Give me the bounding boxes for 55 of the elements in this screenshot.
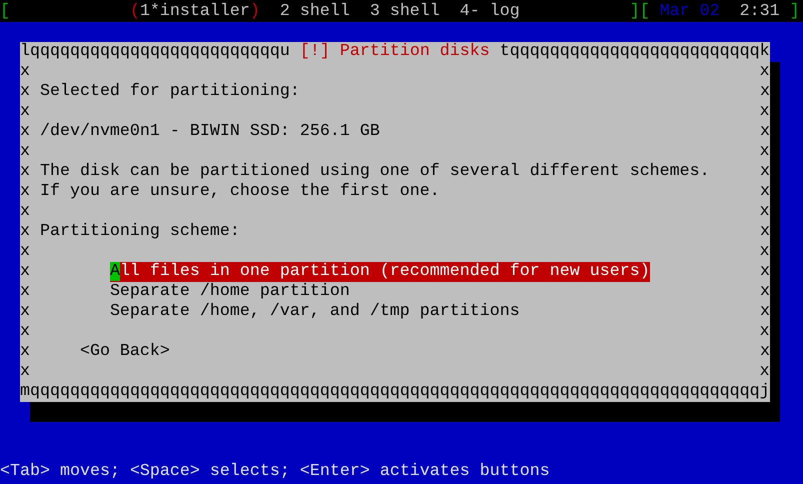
border-line: tqqqqqqqqqqqqqqqqqqqqqqqqqk bbox=[500, 42, 770, 62]
border-character: x bbox=[760, 82, 770, 102]
list-option[interactable]: All files in one partition (recommended for new users) bbox=[110, 262, 650, 282]
border-character: x bbox=[760, 362, 770, 382]
border-character: x bbox=[20, 182, 30, 202]
border-character: x bbox=[760, 302, 770, 322]
list-option[interactable]: Separate /home partition bbox=[110, 282, 350, 302]
border-character: x bbox=[760, 102, 770, 122]
border-character: x bbox=[760, 142, 770, 162]
border-character: x bbox=[760, 182, 770, 202]
border-character: x bbox=[20, 342, 30, 362]
bracket-text: ] bbox=[790, 2, 800, 22]
border-character: x bbox=[760, 262, 770, 282]
bracket-text: [ bbox=[0, 2, 10, 22]
border-character: x bbox=[20, 362, 30, 382]
border-character: x bbox=[760, 342, 770, 362]
border-character: x bbox=[760, 242, 770, 262]
dialog-text: Partitioning scheme: bbox=[40, 222, 240, 242]
border-character: x bbox=[760, 322, 770, 342]
border-character: x bbox=[20, 282, 30, 302]
window-tab[interactable]: (1*installer) bbox=[130, 2, 260, 22]
border-character: x bbox=[760, 122, 770, 142]
list-option[interactable]: Separate /home, /var, and /tmp partitions bbox=[110, 302, 520, 322]
window-tab[interactable]: 2 shell bbox=[280, 2, 350, 22]
date-text: Mar 02 bbox=[660, 2, 721, 22]
window-tab[interactable]: 4- log bbox=[460, 2, 520, 22]
dialog-text: /dev/nvme0n1 - BIWIN SSD: 256.1 GB bbox=[40, 122, 380, 142]
border-character: x bbox=[20, 202, 30, 222]
border-character: x bbox=[20, 122, 30, 142]
clock-text: 2:31 bbox=[740, 2, 780, 22]
border-line: mqqqqqqqqqqqqqqqqqqqqqqqqqqqqqqqqqqqqqqqqqqqqqqqqqqqqqqqqqqqqqqqqqqqqqqqqqj bbox=[20, 382, 770, 402]
go-back-button[interactable]: <Go Back> bbox=[80, 342, 170, 362]
border-character: x bbox=[760, 62, 770, 82]
dialog-text: If you are unsure, choose the first one. bbox=[40, 182, 440, 202]
border-character: x bbox=[20, 142, 30, 162]
border-character: x bbox=[760, 282, 770, 302]
border-character: x bbox=[760, 162, 770, 182]
border-character: x bbox=[760, 202, 770, 222]
border-character: x bbox=[20, 62, 30, 82]
border-character: x bbox=[20, 322, 30, 342]
help-text: <Tab> moves; <Space> selects; <Enter> activates buttons bbox=[0, 462, 551, 483]
border-character: x bbox=[760, 222, 770, 242]
border-character: x bbox=[20, 82, 30, 102]
border-character: x bbox=[20, 302, 30, 322]
border-character: x bbox=[20, 222, 30, 242]
border-character: x bbox=[20, 102, 30, 122]
border-character: x bbox=[20, 242, 30, 262]
border-line: lqqqqqqqqqqqqqqqqqqqqqqqqqu bbox=[20, 42, 290, 62]
dialog-title: [!] Partition disks bbox=[300, 42, 490, 62]
border-character: x bbox=[20, 262, 30, 282]
window-tab[interactable]: 3 shell bbox=[370, 2, 440, 22]
border-character: x bbox=[20, 162, 30, 182]
bracket-text: ][ bbox=[630, 2, 650, 22]
dialog-text: The disk can be partitioned using one of several different schemes. bbox=[40, 162, 710, 182]
dialog-text: Selected for partitioning: bbox=[40, 82, 300, 102]
